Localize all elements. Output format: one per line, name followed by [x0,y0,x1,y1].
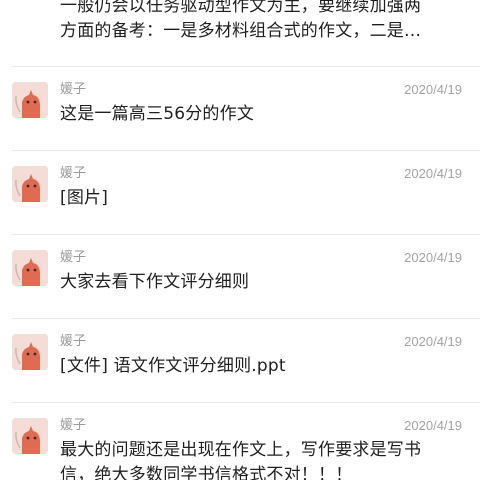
divider [12,402,480,403]
divider [12,318,480,319]
divider [12,66,480,67]
divider [12,150,480,151]
previous-message-text: 一般仍会以任务驱动型作文为主，要继续加强两 方面的备考：一是多材料组合式的作文，… [60,0,470,44]
message-line: 大家去看下作文评分细则 [60,272,250,292]
message-line: 最大的问题还是出现在作文上，写作要求是写书 [60,440,422,460]
message-item[interactable]: 媛子 2020/4/19 [图片] [0,150,480,234]
chat-history-screen: 一般仍会以任务驱动型作文为主，要继续加强两 方面的备考：一是多材料组合式的作文，… [0,0,480,480]
message-date: 2020/4/19 [404,250,462,265]
message-item[interactable]: 媛子 2020/4/19 这是一篇高三56分的作文 [0,66,480,150]
message-line: 这是一篇高三56分的作文 [60,104,255,124]
divider [12,234,480,235]
message-item[interactable]: 媛子 2020/4/19 [文件] 语文作文评分细则.ppt [0,318,480,402]
message-line: 方面的备考：一是多材料组合式的作文，二是… [60,21,422,41]
message-content: 这是一篇高三56分的作文 [60,102,470,127]
message-line: 一般仍会以任务驱动型作文为主，要继续加强两 [60,0,422,16]
message-item[interactable]: 媛子 2020/4/19 大家去看下作文评分细则 [0,234,480,318]
sender-name: 媛子 [60,250,87,265]
image-placeholder-text[interactable]: [图片] [60,186,470,211]
cartoon-cat-avatar-icon[interactable] [12,418,48,454]
sender-name: 媛子 [60,334,87,349]
message-content: [文件] 语文作文评分细则.ppt [60,354,470,379]
message-content: [图片] [60,186,470,211]
message-date: 2020/4/19 [404,166,462,181]
file-attachment-text[interactable]: [文件] 语文作文评分细则.ppt [60,354,470,379]
cartoon-cat-avatar-icon[interactable] [12,82,48,118]
message-item[interactable]: 媛子 2020/4/19 最大的问题还是出现在作文上，写作要求是写书 信，绝大多… [0,402,480,480]
sender-name: 媛子 [60,418,87,433]
message-date: 2020/4/19 [404,334,462,349]
message-date: 2020/4/19 [404,82,462,97]
sender-name: 媛子 [60,82,87,97]
message-date: 2020/4/19 [404,418,462,433]
cartoon-cat-avatar-icon[interactable] [12,334,48,370]
cartoon-cat-avatar-icon[interactable] [12,250,48,286]
message-content: 大家去看下作文评分细则 [60,270,470,295]
message-content: 最大的问题还是出现在作文上，写作要求是写书 信，绝大多数同学书信格式不对！！！ [60,438,470,480]
cartoon-cat-avatar-icon[interactable] [12,166,48,202]
message-line: 信，绝大多数同学书信格式不对！！！ [60,465,353,480]
sender-name: 媛子 [60,166,87,181]
